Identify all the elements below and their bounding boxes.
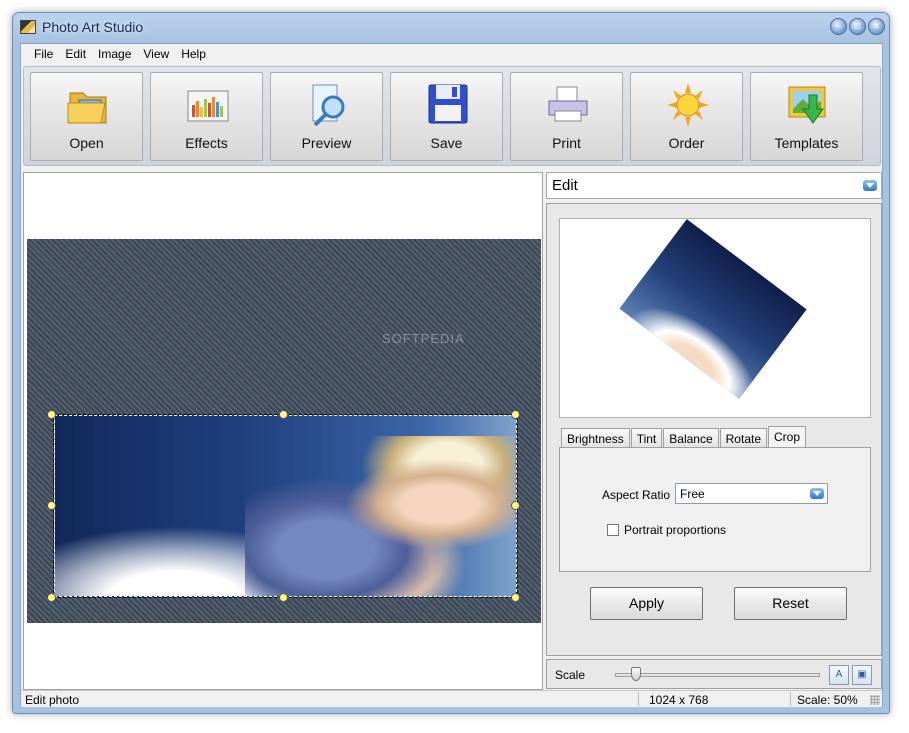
crop-handle-top[interactable] (279, 410, 288, 419)
crop-handle-top-left[interactable] (47, 410, 56, 419)
crop-handle-right[interactable] (511, 501, 520, 510)
status-scale: Scale: 50% (797, 693, 858, 707)
zoom-auto-icon[interactable]: A (829, 665, 849, 685)
portrait-proportions-checkbox[interactable] (607, 524, 619, 536)
crop-tab-body: Aspect Ratio Free Portrait proportions (559, 447, 871, 572)
client-area: File Edit Image View Help Open Effects P… (20, 43, 883, 707)
menu-view[interactable]: View (137, 44, 175, 64)
preview-label: Preview (301, 135, 352, 151)
menu-bar: File Edit Image View Help (21, 44, 882, 64)
templates-label: Templates (774, 135, 839, 151)
minimize-icon[interactable]: – (830, 18, 847, 35)
aspect-ratio-label: Aspect Ratio (602, 488, 671, 502)
folder-icon (67, 92, 107, 124)
resize-grip[interactable] (870, 695, 880, 705)
tab-tint[interactable]: Tint (630, 428, 663, 448)
photo-image: SOFTPEDIA (27, 239, 541, 623)
effects-button[interactable]: Effects (150, 72, 263, 161)
effects-chart-icon (187, 90, 229, 122)
tab-crop[interactable]: Crop (768, 426, 807, 448)
crop-handle-bottom-left[interactable] (47, 593, 56, 602)
menu-file[interactable]: File (28, 44, 59, 64)
preview-thumbnail (559, 218, 871, 418)
save-label: Save (430, 135, 463, 151)
tab-balance[interactable]: Balance (663, 428, 719, 448)
reset-button[interactable]: Reset (734, 587, 847, 620)
mode-dropdown-value: Edit (552, 177, 578, 194)
maximize-icon[interactable]: □ (849, 18, 866, 35)
chevron-down-icon[interactable] (863, 180, 877, 191)
menu-image[interactable]: Image (92, 44, 137, 64)
chevron-down-icon[interactable] (810, 488, 824, 499)
effects-label: Effects (185, 135, 228, 151)
window-title: Photo Art Studio (42, 19, 144, 35)
magnifier-icon (312, 84, 345, 127)
order-button[interactable]: Order (630, 72, 743, 161)
floppy-disk-icon (428, 84, 468, 124)
aspect-ratio-value: Free (680, 487, 705, 501)
preview-button[interactable]: Preview (270, 72, 383, 161)
softpedia-watermark: SOFTPEDIA (382, 331, 465, 346)
menu-edit[interactable]: Edit (59, 44, 92, 64)
scale-label: Scale (555, 668, 586, 682)
apply-button[interactable]: Apply (590, 587, 703, 620)
aspect-ratio-select[interactable]: Free (675, 483, 828, 504)
open-label: Open (69, 135, 104, 151)
crop-handle-left[interactable] (47, 501, 56, 510)
rotated-preview-image (619, 219, 807, 399)
portrait-proportions-label: Portrait proportions (624, 523, 727, 537)
open-button[interactable]: Open (30, 72, 143, 161)
app-icon (20, 20, 36, 34)
scale-slider-track[interactable] (615, 673, 820, 677)
crop-handle-bottom[interactable] (279, 593, 288, 602)
edit-tabs: Brightness Tint Balance Rotate Crop (561, 426, 807, 448)
tab-brightness[interactable]: Brightness (561, 428, 630, 448)
scale-bar: Scale A ▣ (546, 659, 882, 689)
image-canvas[interactable]: SOFTPEDIA (23, 172, 543, 690)
tab-rotate[interactable]: Rotate (719, 428, 767, 448)
menu-help[interactable]: Help (175, 44, 212, 64)
edit-panel-body: Brightness Tint Balance Rotate Crop Aspe… (546, 203, 882, 656)
close-icon[interactable]: ✕ (868, 18, 885, 35)
status-dimensions: 1024 x 768 (649, 693, 709, 707)
status-message: Edit photo (25, 693, 80, 707)
crop-handle-top-right[interactable] (511, 410, 520, 419)
print-label: Print (552, 135, 581, 151)
mode-dropdown[interactable]: Edit (546, 172, 882, 199)
print-button[interactable]: Print (510, 72, 623, 161)
templates-button[interactable]: Templates (750, 72, 863, 161)
title-bar: Photo Art Studio – □ ✕ (13, 13, 889, 43)
save-button[interactable]: Save (390, 72, 503, 161)
status-bar: Edit photo 1024 x 768 Scale: 50% (21, 690, 882, 707)
printer-icon (548, 86, 588, 122)
app-window: Photo Art Studio – □ ✕ File Edit Image V… (12, 12, 890, 714)
scale-slider-thumb[interactable] (631, 667, 641, 681)
main-toolbar: Open Effects Preview Save Print Order Te… (23, 66, 881, 166)
edit-panel: Edit Brightness Tint Balance Rotate Crop… (546, 172, 882, 690)
template-arrow-icon (788, 86, 826, 124)
order-label: Order (668, 135, 705, 151)
crop-handle-bottom-right[interactable] (511, 593, 520, 602)
sun-icon (667, 83, 709, 127)
zoom-fit-icon[interactable]: ▣ (852, 665, 872, 685)
crop-selection[interactable] (53, 414, 518, 598)
